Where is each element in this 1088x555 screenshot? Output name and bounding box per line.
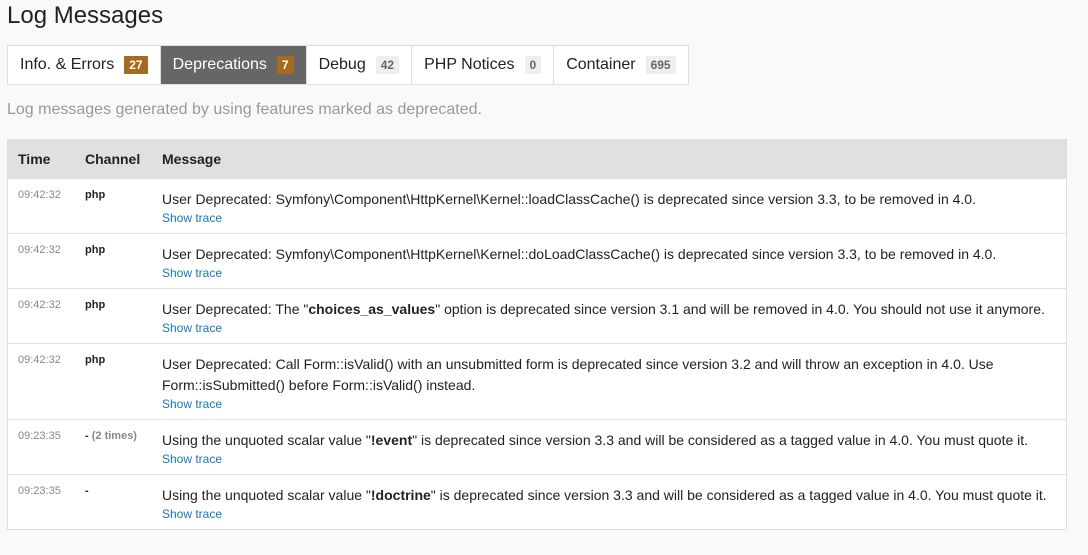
tab-deprecations[interactable]: Deprecations 7 [160, 46, 307, 84]
message-highlight: choices_as_values [308, 301, 436, 317]
tab-label: PHP Notices [424, 56, 515, 73]
message-segment: " is deprecated since version 3.3 and wi… [412, 432, 1029, 448]
message-segment: User Deprecated: Symfony\Component\HttpK… [162, 246, 997, 262]
table-row: 09:42:32 php User Deprecated: Symfony\Comp… [7, 233, 1067, 289]
log-time: 09:42:32 [7, 178, 75, 234]
message-segment: User Deprecated: Call Form::isValid() wi… [162, 356, 994, 393]
log-channel: php [75, 233, 152, 289]
log-message: Using the unquoted scalar value "!doctri… [152, 474, 1067, 530]
header-message: Message [152, 139, 1067, 179]
message-text: User Deprecated: Call Form::isValid() wi… [162, 354, 1056, 396]
channel-name: php [85, 189, 106, 201]
log-channel: php [75, 178, 152, 234]
message-text: Using the unquoted scalar value "!doctri… [162, 485, 1056, 506]
log-channel: php [75, 343, 152, 420]
message-text: User Deprecated: The "choices_as_values"… [162, 299, 1056, 320]
tab-label: Deprecations [172, 56, 267, 73]
log-message: User Deprecated: Call Form::isValid() wi… [152, 343, 1067, 420]
log-channel: - (2 times) [75, 419, 152, 475]
tab-info-errors[interactable]: Info. & Errors 27 [8, 46, 161, 84]
table-row: 09:42:32 php User Deprecated: Call Form::i… [7, 343, 1067, 420]
message-segment: Using the unquoted scalar value " [162, 432, 371, 448]
tab-debug[interactable]: Debug 42 [307, 46, 413, 84]
log-tabs: Info. & Errors 27 Deprecations 7 Debug 4… [7, 45, 689, 85]
message-segment: Using the unquoted scalar value " [162, 487, 371, 503]
table-header-row: Time Channel Message [7, 139, 1067, 179]
show-trace-link[interactable]: Show trace [162, 507, 1056, 521]
tab-label: Container [566, 56, 636, 73]
log-rows: 09:42:32 php User Deprecated: Symfony\Comp… [7, 178, 1067, 530]
channel-repeat-count: (2 times) [91, 430, 137, 442]
log-message: Using the unquoted scalar value "!event"… [152, 419, 1067, 475]
log-time: 09:23:35 [7, 474, 75, 530]
table-row: 09:42:32 php User Deprecated: Symfony\Comp… [7, 178, 1067, 234]
show-trace-link[interactable]: Show trace [162, 452, 1056, 466]
message-segment: User Deprecated: The " [162, 301, 309, 317]
message-text: User Deprecated: Symfony\Component\HttpK… [162, 244, 1056, 265]
log-channel: php [75, 288, 152, 344]
channel-name: php [85, 299, 106, 311]
message-highlight: !doctrine [370, 487, 431, 503]
log-message: User Deprecated: Symfony\Component\HttpK… [152, 178, 1067, 234]
message-segment: " is deprecated since version 3.3 and wi… [430, 487, 1047, 503]
show-trace-link[interactable]: Show trace [162, 397, 1056, 411]
tab-count-badge: 0 [524, 56, 542, 74]
log-message: User Deprecated: Symfony\Component\HttpK… [152, 233, 1067, 289]
log-time: 09:42:32 [7, 343, 75, 420]
header-channel: Channel [75, 139, 152, 179]
tab-php-notices[interactable]: PHP Notices 0 [412, 46, 555, 84]
message-segment: User Deprecated: Symfony\Component\HttpK… [162, 191, 976, 207]
show-trace-link[interactable]: Show trace [162, 321, 1056, 335]
table-row: 09:42:32 php User Deprecated: The "choices… [7, 288, 1067, 344]
show-trace-link[interactable]: Show trace [162, 266, 1056, 280]
tab-description: Log messages generated by using features… [7, 101, 482, 118]
show-trace-link[interactable]: Show trace [162, 211, 1056, 225]
message-text: User Deprecated: Symfony\Component\HttpK… [162, 189, 1056, 210]
log-table: Time Channel Message 09:42:32 php User Dep… [7, 139, 1067, 530]
tab-count-badge: 27 [124, 56, 148, 74]
channel-name: php [85, 244, 106, 256]
tab-container[interactable]: Container 695 [554, 46, 687, 84]
header-time: Time [7, 139, 75, 179]
log-message: User Deprecated: The "choices_as_values"… [152, 288, 1067, 344]
tab-count-badge: 7 [276, 56, 294, 74]
channel-name: - [85, 485, 89, 497]
tab-label: Debug [318, 56, 366, 73]
tab-count-badge: 695 [645, 56, 676, 74]
page-title: Log Messages [7, 2, 164, 29]
log-time: 09:42:32 [7, 233, 75, 289]
table-row: 09:23:35- (2 times) Using the unquoted sc… [7, 419, 1067, 475]
tab-label: Info. & Errors [20, 56, 115, 73]
log-time: 09:42:32 [7, 288, 75, 344]
log-channel: - [75, 474, 152, 530]
tab-count-badge: 42 [375, 56, 400, 74]
table-row: 09:23:35- Using the unquoted scalar value… [7, 474, 1067, 530]
message-text: Using the unquoted scalar value "!event"… [162, 430, 1056, 451]
channel-name: php [85, 354, 106, 366]
channel-name: - [85, 430, 89, 442]
message-segment: " option is deprecated since version 3.1… [435, 301, 1045, 317]
log-time: 09:23:35 [7, 419, 75, 475]
message-highlight: !event [370, 432, 413, 448]
